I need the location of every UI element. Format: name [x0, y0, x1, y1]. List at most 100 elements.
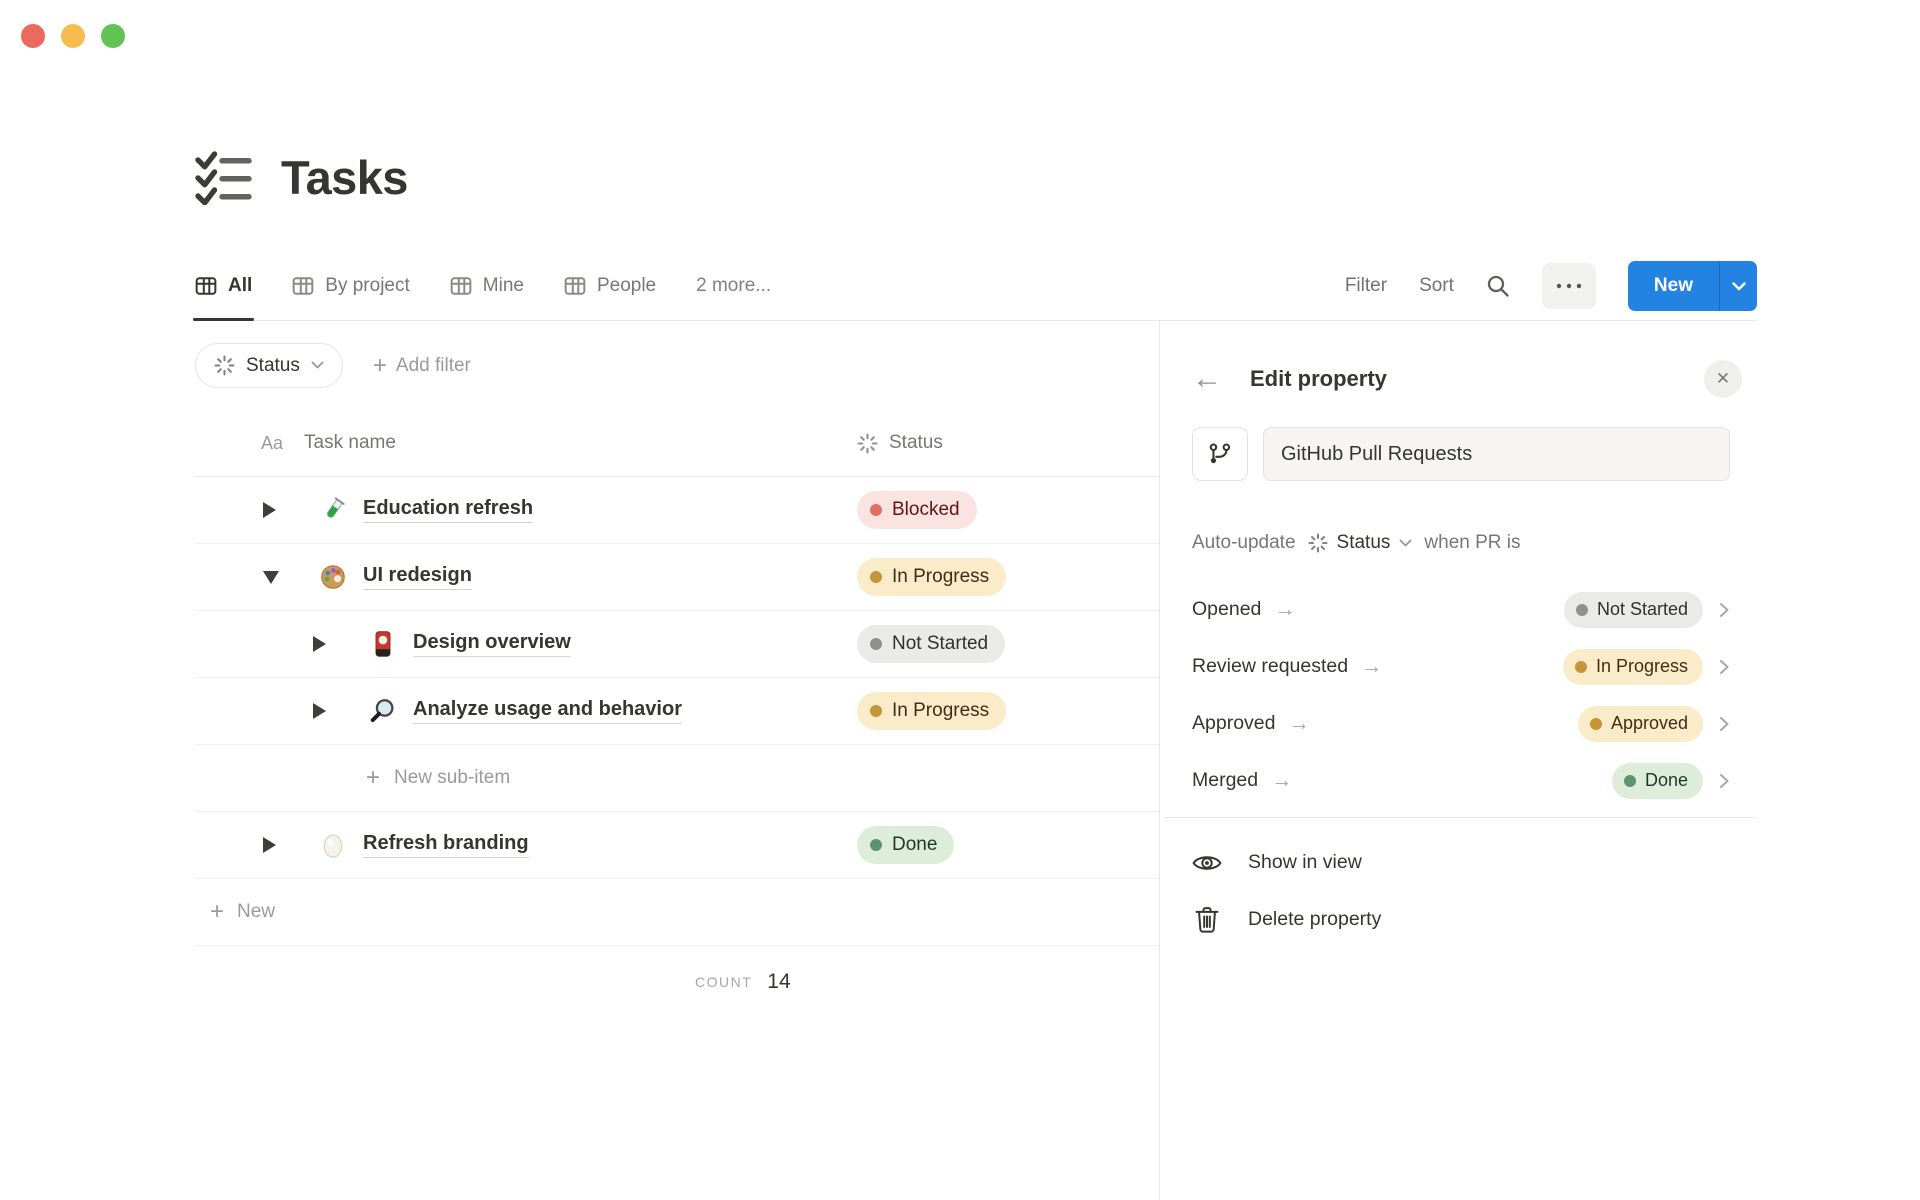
egg-emoji — [323, 834, 343, 858]
tab-mine[interactable]: Mine — [450, 252, 524, 320]
task-name-link[interactable]: Analyze usage and behavior — [413, 698, 682, 724]
status-badge[interactable]: Done — [857, 826, 955, 864]
table-view-icon — [564, 277, 586, 295]
chevron-down-icon — [311, 361, 324, 369]
task-name-link[interactable]: Education refresh — [363, 497, 534, 523]
property-name-input[interactable] — [1263, 427, 1730, 481]
app-window: Tasks All By project Mine People 2 more.… — [0, 0, 1920, 1200]
task-name-link[interactable]: UI redesign — [363, 564, 472, 590]
page-title: Tasks — [281, 151, 408, 204]
mapping-row-review-requested: Review requested → In Progress — [1192, 638, 1730, 695]
close-icon[interactable]: ✕ — [1704, 360, 1742, 398]
auto-update-suffix: when PR is — [1424, 532, 1521, 553]
filter-button[interactable]: Filter — [1345, 275, 1387, 297]
expand-toggle[interactable] — [313, 701, 333, 721]
status-badge[interactable]: Blocked — [857, 491, 977, 529]
task-name-column-header[interactable]: Task name — [304, 432, 396, 454]
task-name-link[interactable]: Refresh branding — [363, 832, 529, 858]
status-badge[interactable]: Not Started — [1563, 591, 1703, 628]
status-badge[interactable]: Approved — [1577, 705, 1703, 742]
show-in-view-item[interactable]: Show in view — [1192, 834, 1755, 891]
panel-menu: Show in view Delete property — [1192, 834, 1755, 948]
test-tube-emoji — [326, 497, 345, 518]
tab-by-project[interactable]: By project — [292, 252, 410, 320]
tasks-table: Status + Add filter Aa Task name Status — [0, 321, 1160, 1200]
chevron-right-icon — [1720, 773, 1729, 788]
task-name-link[interactable]: Design overview — [413, 631, 571, 657]
mapping-status-selector[interactable]: Approved — [1577, 705, 1730, 742]
mapping-status-selector[interactable]: Not Started — [1563, 591, 1730, 628]
table-row: Design overview Not Started — [195, 611, 1159, 678]
tab-people[interactable]: People — [564, 252, 656, 320]
table-view-icon — [292, 277, 314, 295]
status-property-dropdown[interactable]: Status — [1308, 532, 1413, 554]
status-filter-chip[interactable]: Status — [195, 343, 343, 388]
plus-icon: + — [210, 898, 225, 925]
flower-card-emoji — [375, 631, 391, 657]
plus-icon: + — [366, 764, 381, 791]
window-controls — [21, 24, 125, 48]
text-type-icon: Aa — [261, 432, 284, 453]
table-view-icon — [195, 277, 217, 295]
tab-label: By project — [325, 275, 410, 296]
status-badge[interactable]: Done — [1611, 762, 1703, 799]
table-header: Aa Task name Status — [195, 410, 1159, 477]
tab-more-views[interactable]: 2 more... — [696, 252, 771, 320]
mapping-status-selector[interactable]: In Progress — [1562, 648, 1730, 685]
delete-property-item[interactable]: Delete property — [1192, 891, 1755, 948]
status-filter-label: Status — [246, 354, 300, 376]
count-value: 14 — [767, 970, 791, 993]
zoom-window-button[interactable] — [101, 24, 125, 48]
table-row: Education refresh Blocked — [195, 477, 1159, 544]
arrow-right-icon: → — [1271, 768, 1293, 792]
search-icon[interactable] — [1486, 274, 1510, 298]
status-dot-icon — [870, 839, 882, 851]
new-row-button[interactable]: + New — [195, 879, 1159, 946]
mapping-status-selector[interactable]: Done — [1611, 762, 1730, 799]
eye-icon — [1192, 855, 1222, 870]
status-dot-icon — [870, 504, 882, 516]
back-arrow-icon[interactable]: ← — [1192, 364, 1222, 394]
table-row: Refresh branding Done — [195, 812, 1159, 879]
more-options-button[interactable] — [1541, 263, 1596, 309]
auto-update-prefix: Auto-update — [1192, 532, 1296, 553]
chevron-down-icon — [1731, 281, 1746, 290]
add-filter-button[interactable]: + Add filter — [372, 351, 471, 379]
status-dot-icon — [870, 571, 882, 583]
count-aggregate[interactable]: COUNT 14 — [195, 946, 1159, 994]
status-badge[interactable]: In Progress — [857, 558, 1007, 596]
expand-toggle[interactable] — [263, 835, 283, 855]
status-spinner-icon — [214, 355, 235, 376]
status-dot-icon — [1589, 717, 1602, 730]
expand-toggle[interactable] — [263, 500, 283, 520]
status-badge[interactable]: Not Started — [857, 625, 1006, 663]
auto-update-row: Auto-update Status when PR is — [1192, 520, 1755, 566]
edit-property-panel: ← Edit property ✕ Auto-update Status whe… — [1160, 321, 1920, 1200]
tab-all[interactable]: All — [192, 252, 255, 321]
expand-toggle[interactable] — [313, 634, 333, 654]
new-dropdown-button[interactable] — [1719, 261, 1757, 311]
table-row: UI redesign In Progress — [195, 544, 1159, 611]
sort-button[interactable]: Sort — [1419, 275, 1454, 297]
plus-icon: + — [372, 351, 387, 379]
status-dot-icon — [1623, 774, 1636, 787]
status-dot-icon — [1574, 660, 1587, 673]
count-label: COUNT — [695, 974, 753, 990]
ellipsis-icon — [1556, 283, 1582, 289]
status-badge[interactable]: In Progress — [1562, 648, 1703, 685]
status-spinner-icon — [1308, 533, 1328, 553]
status-badge[interactable]: In Progress — [857, 692, 1007, 730]
property-icon-button[interactable] — [1192, 427, 1248, 481]
close-window-button[interactable] — [21, 24, 45, 48]
view-tab-bar: All By project Mine People 2 more... Fil… — [192, 252, 1757, 321]
minimize-window-button[interactable] — [61, 24, 85, 48]
collapse-toggle[interactable] — [263, 567, 283, 587]
new-button[interactable]: New — [1628, 261, 1719, 311]
tab-label: Mine — [482, 275, 524, 296]
new-sub-item-button[interactable]: + New sub-item — [195, 745, 1159, 812]
status-column-header[interactable]: Status — [857, 432, 943, 454]
trash-icon — [1195, 906, 1219, 933]
magnifier-emoji — [370, 699, 394, 723]
tab-label: People — [596, 275, 657, 296]
arrow-right-icon: → — [1288, 711, 1310, 735]
